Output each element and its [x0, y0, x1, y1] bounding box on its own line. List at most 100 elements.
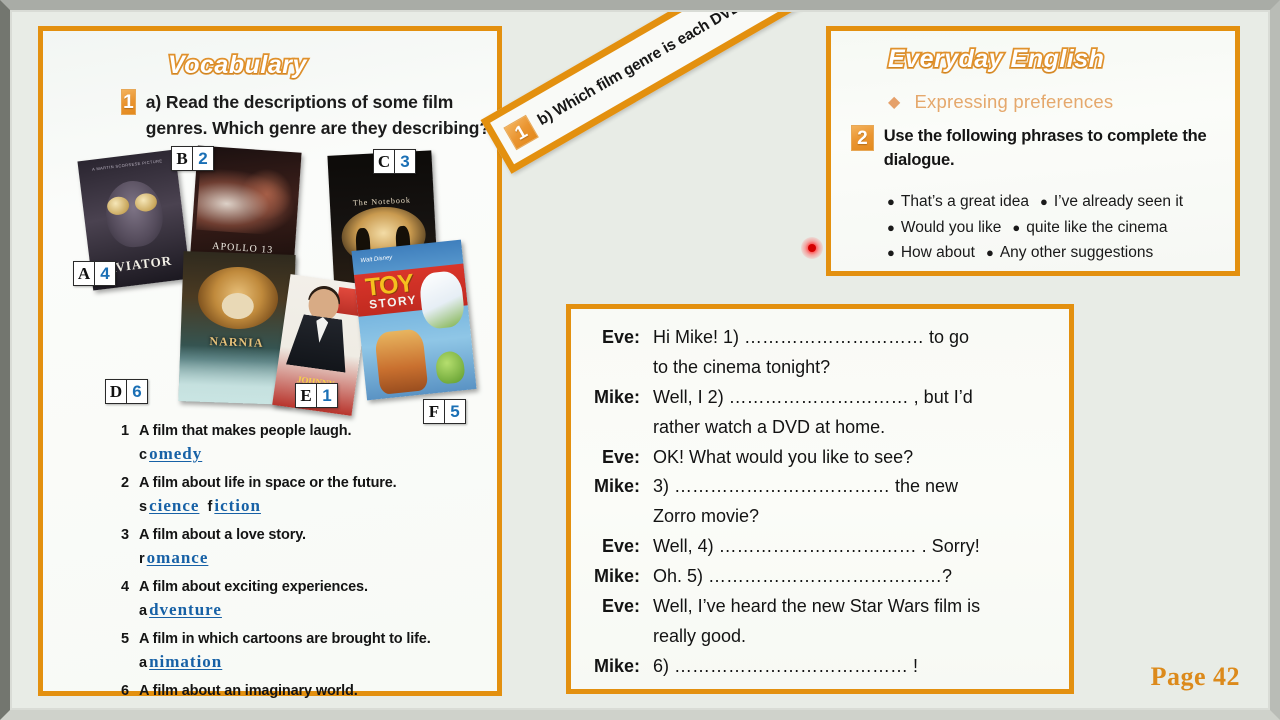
vocabulary-item-prefix: c	[139, 447, 148, 464]
dialogue-speaker: Mike:	[593, 655, 640, 676]
vocabulary-item-definition: A film about an imaginary world.	[139, 682, 358, 699]
exercise-badge-1b: 1	[503, 114, 539, 151]
dvd-collage: A MARTIN SCORSESE PICTURE AVIATOR APOLLO…	[63, 141, 491, 431]
dialogue-line: Mike: 6) ………………………………… !	[585, 652, 1053, 682]
phrase-row: ● That’s a great idea ● I’ve already seen …	[887, 189, 1237, 215]
vocabulary-item-answer: antasy	[146, 704, 199, 708]
slide-canvas: Vocabulary 1 a) Read the descriptions of…	[0, 0, 1280, 720]
dialogue-line: Eve: Well, 4) …………………………… . Sorry!	[585, 532, 1053, 562]
dialogue-speaker: Eve:	[601, 327, 640, 347]
vocabulary-item-prefix: f	[139, 707, 144, 708]
vocabulary-item: 1 A film that makes people laugh. c omedy	[121, 421, 501, 466]
phrase-item: Would you like	[900, 218, 1002, 236]
dialogue-line: Mike: 3) ……………………………… the new	[585, 472, 1053, 502]
dialogue-text: OK! What would you like to see?	[653, 446, 914, 467]
dvd-tag-e-answer: 1	[322, 386, 332, 405]
vocabulary-instruction-a-text: a) Read the descriptions of some film ge…	[145, 92, 490, 139]
dialogue-speaker	[585, 413, 653, 443]
bullet-icon: ●	[1012, 219, 1021, 235]
dialogue-speaker: Eve:	[601, 595, 640, 616]
dialogue-text: to the cinema tonight?	[653, 356, 831, 377]
vocabulary-item-definition: A film about a love story.	[139, 526, 306, 543]
vocabulary-item-answer: omance	[146, 547, 209, 567]
vocabulary-instruction-a: 1 a) Read the descriptions of some film …	[121, 89, 496, 142]
vocabulary-item: 2 A film about life in space or the futu…	[121, 473, 501, 518]
dialogue-text: really good.	[653, 625, 747, 646]
dialogue-text: rather watch a DVD at home.	[653, 416, 886, 437]
dialogue-line: Zorro movie?	[585, 502, 1053, 532]
bullet-icon: ●	[887, 219, 895, 235]
vocabulary-item-prefix: a	[139, 654, 148, 671]
dialogue-speaker: Eve:	[601, 536, 640, 557]
vocabulary-item-definition: A film about life in space or the future…	[139, 474, 397, 491]
phrase-item: That’s a great idea	[900, 193, 1029, 210]
dvd-tag-f-letter: F	[424, 400, 445, 423]
vocabulary-item-prefix: a	[139, 602, 148, 619]
dvd-b-smoke	[195, 167, 297, 237]
dialogue-text: 3) ……………………………… the new	[653, 476, 959, 497]
vocabulary-item-number: 5	[121, 630, 130, 647]
dvd-tag-a-answer: 4	[100, 264, 110, 283]
phrase-bank: ● That’s a great idea ● I’ve already seen …	[887, 189, 1237, 266]
dvd-tag-a-letter: A	[74, 262, 95, 285]
everyday-english-panel: Everyday English ◆ Expressing preferences…	[826, 26, 1240, 276]
everyday-english-subtitle-row: ◆ Expressing preferences	[888, 91, 1113, 113]
dialogue-speaker: Eve:	[601, 446, 640, 467]
vocabulary-item-answer-row: s cience f iction	[139, 495, 501, 518]
vocabulary-heading: Vocabulary	[166, 49, 308, 80]
callout-instruction-1b-text: b) Which film genre is each DVD (A-F)?	[534, 12, 786, 129]
everyday-english-instruction: 2 Use the following phrases to complete …	[851, 125, 1227, 173]
dialogue-line: rather watch a DVD at home.	[585, 413, 1053, 443]
vocabulary-item: 6 A film about an imaginary world. fanta…	[121, 681, 501, 708]
dialogue-text: Oh. 5) …………………………………?	[653, 566, 953, 586]
dialogue-line: Mike: Well, I 2) ………………………… , but I’d	[585, 383, 1053, 413]
phrase-row: ● Would you like ● quite like the cinema	[887, 215, 1237, 241]
vocabulary-item-number: 2	[121, 474, 130, 491]
dialogue-line: really good.	[585, 622, 1053, 652]
dvd-tag-e: E 1	[295, 383, 338, 408]
dialogue-line: Eve: Hi Mike! 1) ………………………… to go	[585, 323, 1053, 353]
dialogue-text: Well, I 2) ………………………… , but I’d	[653, 386, 973, 407]
vocabulary-item-definition: A film that makes people laugh.	[139, 423, 352, 439]
vocabulary-item-answer-row: fantasy	[139, 703, 501, 708]
dvd-d-lion-art	[196, 265, 280, 331]
phrase-item: quite like the cinema	[1026, 218, 1168, 236]
vocabulary-item-number: 4	[121, 578, 130, 595]
vocabulary-item-answer: dventure	[149, 599, 222, 619]
page-number-label: Page 42	[1150, 662, 1240, 691]
dialogue-text: Well, 4) …………………………… . Sorry!	[653, 536, 980, 557]
dialogue-box: Eve: Hi Mike! 1) ………………………… to go to the…	[566, 304, 1074, 694]
dialogue-line: Mike: Oh. 5) …………………………………?	[585, 562, 1053, 592]
phrase-item: I’ve already seen it	[1053, 193, 1184, 210]
dialogue-speaker	[585, 502, 653, 532]
vocabulary-item-prefix-2: f	[207, 498, 213, 515]
vocabulary-panel: Vocabulary 1 a) Read the descriptions of…	[38, 26, 502, 708]
bullet-icon: ●	[985, 245, 994, 261]
dvd-tag-b-answer: 2	[198, 149, 208, 168]
vocabulary-item-definition: A film in which cartoons are brought to …	[139, 630, 431, 647]
vocabulary-item-prefix: r	[139, 550, 145, 567]
dvd-tag-b-letter: B	[172, 147, 193, 170]
dialogue-text: 6) ………………………………… !	[653, 655, 919, 676]
vocabulary-item-prefix: s	[139, 498, 148, 515]
vocabulary-item-answer-row: a dventure	[139, 599, 501, 622]
dialogue-line: Eve: Well, I’ve heard the new Star Wars …	[585, 592, 1053, 622]
dvd-tag-c: C 3	[373, 149, 416, 174]
dvd-f-woody-art	[374, 328, 429, 395]
vocabulary-item-answer-2: iction	[214, 495, 261, 515]
page-sheet: Vocabulary 1 a) Read the descriptions of…	[12, 12, 1268, 708]
phrase-row: ● How about ● Any other suggestions	[887, 240, 1237, 266]
vocabulary-item-answer-row: a nimation	[139, 651, 501, 674]
dialogue-speaker	[585, 622, 653, 652]
dvd-f-brand: Walt Disney	[360, 254, 393, 265]
vocabulary-definition-list: 1 A film that makes people laugh. c omedy…	[121, 421, 501, 708]
dvd-tag-a: A 4	[73, 261, 116, 286]
dialogue-speaker	[585, 353, 653, 383]
vocabulary-item-number: 3	[121, 526, 130, 543]
dvd-tag-c-letter: C	[374, 150, 395, 173]
everyday-english-heading: Everyday English	[886, 43, 1105, 74]
bullet-icon: ●	[1039, 194, 1048, 209]
vocabulary-item: 3 A film about a love story. r omance	[121, 525, 501, 570]
dvd-a-topline: A MARTIN SCORSESE PICTURE	[91, 158, 163, 172]
dvd-tag-b: B 2	[171, 146, 214, 171]
